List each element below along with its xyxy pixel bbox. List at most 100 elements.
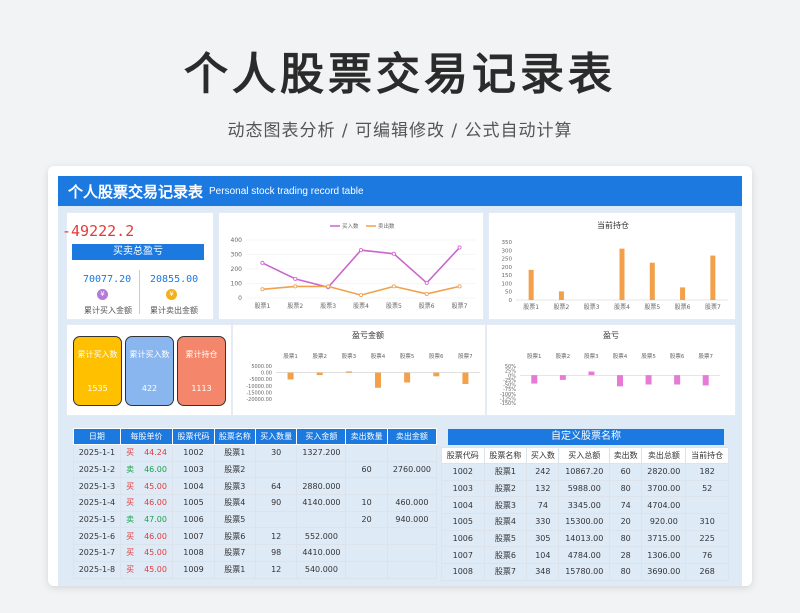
table-cell[interactable]: 540.000 bbox=[296, 560, 347, 579]
table-cell[interactable] bbox=[386, 544, 438, 562]
table-cell[interactable]: 2820.00 bbox=[641, 463, 687, 481]
table-cell[interactable]: 1005 bbox=[441, 513, 485, 531]
table-cell[interactable]: 股票7 bbox=[213, 544, 257, 562]
table-cell[interactable]: 股票5 bbox=[213, 510, 257, 529]
table-cell[interactable]: 4140.000 bbox=[296, 494, 347, 512]
table-cell[interactable]: 股票6 bbox=[213, 527, 257, 546]
table-cell[interactable]: 1306.00 bbox=[641, 546, 687, 565]
table-cell[interactable]: 305 bbox=[526, 529, 560, 548]
table-cell[interactable]: 12 bbox=[255, 527, 298, 546]
table-cell[interactable]: 1002 bbox=[172, 444, 215, 462]
table-cell[interactable]: 1008 bbox=[172, 544, 215, 562]
table-cell[interactable]: 4704.00 bbox=[641, 496, 687, 515]
table-cell[interactable]: 552.000 bbox=[296, 527, 347, 546]
table-cell[interactable] bbox=[296, 510, 347, 529]
table-cell[interactable]: 348 bbox=[526, 563, 560, 581]
table-cell[interactable]: 5988.00 bbox=[558, 479, 611, 498]
table-cell[interactable]: 2025-1-4 bbox=[73, 494, 121, 512]
table-cell[interactable]: 买 44.24 bbox=[119, 444, 174, 462]
table-cell[interactable] bbox=[255, 460, 298, 479]
table-cell[interactable]: 1008 bbox=[441, 563, 485, 581]
table-cell[interactable] bbox=[386, 527, 438, 546]
table-cell[interactable]: 1002 bbox=[441, 463, 485, 481]
table-cell[interactable]: 4784.00 bbox=[558, 546, 611, 565]
table-cell[interactable] bbox=[386, 560, 438, 579]
table-cell[interactable]: 2025-1-6 bbox=[73, 527, 121, 546]
table-cell[interactable]: 28 bbox=[609, 546, 643, 565]
custom-column-header[interactable]: 股票名称 bbox=[483, 447, 528, 464]
table-cell[interactable]: 20 bbox=[345, 510, 388, 529]
table-cell[interactable]: 15780.00 bbox=[558, 563, 611, 581]
table-cell[interactable]: 920.00 bbox=[641, 513, 687, 531]
table-cell[interactable]: 股票5 bbox=[483, 529, 528, 548]
table-cell[interactable]: 1003 bbox=[172, 460, 215, 479]
table-cell[interactable]: 268 bbox=[685, 563, 729, 581]
table-cell[interactable] bbox=[255, 510, 298, 529]
table-cell[interactable]: 2025-1-5 bbox=[73, 510, 121, 529]
table-cell[interactable]: 1004 bbox=[441, 496, 485, 515]
table-cell[interactable]: 76 bbox=[685, 546, 729, 565]
table-cell[interactable]: 3345.00 bbox=[558, 496, 611, 515]
table-cell[interactable]: 330 bbox=[526, 513, 560, 531]
table-cell[interactable]: 股票1 bbox=[483, 463, 528, 481]
table-cell[interactable]: 1007 bbox=[172, 527, 215, 546]
table-cell[interactable]: 2025-1-7 bbox=[73, 544, 121, 562]
table-cell[interactable] bbox=[296, 460, 347, 479]
table-cell[interactable]: 12 bbox=[255, 560, 298, 579]
custom-column-header[interactable]: 当前持仓 bbox=[685, 447, 729, 464]
table-cell[interactable] bbox=[386, 444, 438, 462]
table-cell[interactable]: 2025-1-2 bbox=[73, 460, 121, 479]
trades-column-header[interactable]: 每股单价 bbox=[119, 428, 174, 445]
table-cell[interactable]: 股票7 bbox=[483, 563, 528, 581]
table-cell[interactable] bbox=[345, 444, 388, 462]
table-cell[interactable]: 104 bbox=[526, 546, 560, 565]
table-cell[interactable] bbox=[345, 544, 388, 562]
table-cell[interactable]: 买 45.00 bbox=[119, 477, 174, 496]
table-cell[interactable] bbox=[345, 477, 388, 496]
table-cell[interactable]: 20 bbox=[609, 513, 643, 531]
custom-column-header[interactable]: 买入总额 bbox=[558, 447, 611, 464]
trades-column-header[interactable]: 买入数量 bbox=[255, 428, 298, 445]
table-cell[interactable]: 1003 bbox=[441, 479, 485, 498]
custom-column-header[interactable]: 卖出总额 bbox=[641, 447, 687, 464]
trades-column-header[interactable]: 买入金额 bbox=[296, 428, 347, 445]
table-cell[interactable]: 买 45.00 bbox=[119, 544, 174, 562]
table-cell[interactable] bbox=[685, 496, 729, 515]
table-cell[interactable] bbox=[345, 527, 388, 546]
table-cell[interactable]: 卖 47.00 bbox=[119, 510, 174, 529]
table-cell[interactable]: 14013.00 bbox=[558, 529, 611, 548]
table-cell[interactable]: 1006 bbox=[441, 529, 485, 548]
table-cell[interactable]: 2880.000 bbox=[296, 477, 347, 496]
table-cell[interactable]: 买 45.00 bbox=[119, 560, 174, 579]
trades-column-header[interactable]: 股票名称 bbox=[213, 428, 257, 445]
table-cell[interactable]: 52 bbox=[685, 479, 729, 498]
table-cell[interactable]: 10 bbox=[345, 494, 388, 512]
table-cell[interactable]: 股票2 bbox=[483, 479, 528, 498]
table-cell[interactable]: 940.000 bbox=[386, 510, 438, 529]
table-cell[interactable]: 80 bbox=[609, 529, 643, 548]
table-cell[interactable]: 股票4 bbox=[213, 494, 257, 512]
table-cell[interactable]: 1004 bbox=[172, 477, 215, 496]
table-cell[interactable]: 1007 bbox=[441, 546, 485, 565]
custom-column-header[interactable]: 股票代码 bbox=[441, 447, 485, 464]
table-cell[interactable]: 60 bbox=[609, 463, 643, 481]
table-cell[interactable]: 64 bbox=[255, 477, 298, 496]
table-cell[interactable]: 80 bbox=[609, 479, 643, 498]
table-cell[interactable]: 30 bbox=[255, 444, 298, 462]
table-cell[interactable]: 10867.20 bbox=[558, 463, 611, 481]
table-cell[interactable]: 90 bbox=[255, 494, 298, 512]
table-cell[interactable]: 80 bbox=[609, 563, 643, 581]
table-cell[interactable] bbox=[386, 477, 438, 496]
table-cell[interactable]: 74 bbox=[609, 496, 643, 515]
table-cell[interactable]: 182 bbox=[685, 463, 729, 481]
table-cell[interactable]: 1009 bbox=[172, 560, 215, 579]
table-cell[interactable]: 242 bbox=[526, 463, 560, 481]
table-cell[interactable]: 310 bbox=[685, 513, 729, 531]
custom-column-header[interactable]: 卖出数 bbox=[609, 447, 643, 464]
table-cell[interactable]: 股票1 bbox=[213, 560, 257, 579]
table-cell[interactable]: 买 46.00 bbox=[119, 494, 174, 512]
trades-column-header[interactable]: 股票代码 bbox=[172, 428, 215, 445]
table-cell[interactable]: 225 bbox=[685, 529, 729, 548]
table-cell[interactable]: 股票6 bbox=[483, 546, 528, 565]
trades-column-header[interactable]: 日期 bbox=[73, 428, 121, 445]
